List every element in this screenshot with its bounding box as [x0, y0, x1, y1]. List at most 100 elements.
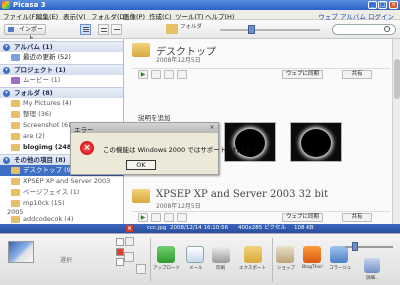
slideshow-play-button[interactable]: ▶ [138, 70, 148, 79]
folder-icon [11, 189, 20, 196]
star-icon[interactable] [125, 237, 134, 246]
status-filename: ccc.jpg [147, 225, 167, 231]
rotate-left-icon[interactable] [124, 252, 134, 262]
tray-photo-thumbnail[interactable] [8, 241, 34, 263]
sidebar-item-label: ページフェイス (1) [23, 188, 80, 196]
sidebar-item-label: 整理 (36) [23, 110, 52, 118]
slideshow-play-button[interactable]: ▶ [138, 213, 148, 222]
folder-edit-button[interactable] [151, 70, 161, 79]
folder-lock-button[interactable] [164, 70, 174, 79]
sidebar-item-recent[interactable]: 最近の更新 (52) [0, 52, 123, 63]
clear-tray-icon[interactable] [116, 248, 124, 256]
minimize-button[interactable]: _ [368, 1, 377, 9]
project-section-header[interactable]: ▾ プロジェクト (1) [0, 64, 123, 75]
shop-icon[interactable] [276, 246, 294, 263]
sidebar-item-my-pictures[interactable]: My Pictures (4) [0, 98, 123, 109]
more-icon[interactable] [364, 258, 380, 273]
collapse-icon[interactable]: ▾ [3, 44, 10, 51]
sidebar-item-xpsep[interactable]: XPSEP XP and Server 2003 [0, 176, 123, 187]
maximize-button[interactable]: □ [378, 1, 387, 9]
title-bar: Picasa 3 _ □ × [0, 0, 400, 10]
export-icon[interactable] [244, 246, 262, 263]
upload-icon[interactable] [157, 246, 175, 263]
add-description-prompt[interactable]: 説明を追加 [138, 112, 171, 122]
folder-icon [11, 111, 20, 118]
album-section-header[interactable]: ▾ アルバム (1) [0, 41, 123, 52]
sidebar-item-seiri[interactable]: 整理 (36) [0, 109, 123, 120]
eclipse-image [301, 129, 331, 157]
view-list-button[interactable] [80, 24, 91, 35]
sidebar-item-pageface[interactable]: ページフェイス (1) [0, 187, 123, 198]
folder-icon [11, 144, 20, 151]
import-icon [8, 27, 14, 32]
zoom-slider-track[interactable] [220, 29, 320, 31]
status-datetime: 2008/12/14 16:10:56 [170, 225, 229, 231]
add-to-album-button[interactable] [116, 258, 124, 266]
blogthis-icon[interactable] [303, 246, 321, 263]
email-icon[interactable] [186, 246, 204, 263]
print-label: 印刷 [216, 266, 225, 271]
view-grid-button[interactable] [98, 24, 109, 35]
collapse-icon[interactable]: ▾ [3, 90, 10, 97]
share-button[interactable]: 共有 [342, 70, 372, 79]
photo-thumbnail[interactable] [224, 122, 276, 162]
web-sync-button[interactable]: ウェブに同期 [282, 70, 324, 79]
delete-icon[interactable]: × [126, 225, 133, 232]
folder-date: 2008年12月5日 [156, 57, 201, 64]
hold-button[interactable] [116, 238, 124, 246]
import-button[interactable]: インポート [4, 24, 46, 42]
collage-icon[interactable] [330, 246, 348, 263]
folder-view-icon [166, 24, 178, 34]
folder-star-button[interactable] [177, 70, 187, 79]
upload-label: アップロード [153, 266, 180, 271]
export-label: エクスポート [239, 266, 266, 271]
collapse-icon[interactable]: ▾ [3, 157, 10, 164]
folder-icon [132, 43, 150, 57]
more-label: 詳細... [366, 276, 380, 281]
folder-icon [11, 178, 20, 185]
folder-icon [11, 100, 20, 107]
sidebar-item-movie[interactable]: ムービー (1) [0, 75, 123, 86]
print-icon[interactable] [212, 246, 230, 263]
tray-zoom-handle[interactable] [352, 242, 358, 251]
tray-selection-label: 選択 [60, 257, 73, 264]
dialog-close-button[interactable]: × [208, 124, 216, 131]
folder-section-header[interactable]: ▾ フォルダ (8) [0, 87, 123, 98]
sidebar-item-label: blogimg (248) [23, 143, 75, 151]
share-button[interactable]: 共有 [342, 213, 372, 222]
folder-icon [132, 189, 150, 203]
ok-button[interactable]: OK [126, 160, 156, 170]
close-button[interactable]: × [389, 1, 398, 9]
collapse-icon[interactable]: ▾ [3, 67, 10, 74]
vertical-scrollbar[interactable] [392, 39, 400, 224]
sidebar-item-label: 最近の更新 (52) [23, 53, 71, 61]
sidebar-item-label: XPSEP XP and Server 2003 [23, 177, 111, 185]
email-label: メール [189, 266, 203, 271]
zoom-slider-handle[interactable] [248, 25, 255, 34]
collage-label: コラージュ [329, 266, 352, 271]
web-sync-button[interactable]: ウェブに同期 [282, 213, 324, 222]
photo-thumbnail[interactable] [290, 122, 342, 162]
scrollbar-thumb[interactable] [394, 59, 400, 99]
folder-edit-button[interactable] [151, 213, 161, 222]
status-filesize: 108 KB [294, 225, 314, 231]
folder-icon [11, 133, 20, 140]
album-icon [11, 54, 20, 61]
sidebar-item-label: My Pictures (4) [23, 99, 72, 107]
rotate-right-icon[interactable] [136, 264, 146, 274]
blogthis-label: BlogThis! [302, 265, 323, 270]
folder-action-bar: ▶ ウェブに同期 共有 [132, 211, 390, 222]
search-icon [384, 26, 390, 32]
folder-title: XPSEP XP and Server 2003 32 bit [156, 189, 329, 200]
photo-tray: 選択 アップロード メール 印刷 エクスポート ショップ BlogThis! コ… [0, 233, 400, 285]
folder-icon [11, 122, 20, 129]
sidebar-item-label: are (2) [23, 132, 45, 140]
folder-action-bar: ▶ ウェブに同期 共有 [132, 68, 390, 79]
movie-icon [11, 77, 20, 84]
status-dimensions: 400x285 ピクセル [238, 225, 286, 231]
folder-star-button[interactable] [177, 213, 187, 222]
menu-bar: ファイル(F) 編集(E) 表示(V) フォルダ(D) 画像(P) 作成(C) … [0, 10, 400, 21]
folder-lock-button[interactable] [164, 213, 174, 222]
shop-label: ショップ [277, 266, 295, 271]
view-tree-button[interactable] [111, 24, 122, 35]
